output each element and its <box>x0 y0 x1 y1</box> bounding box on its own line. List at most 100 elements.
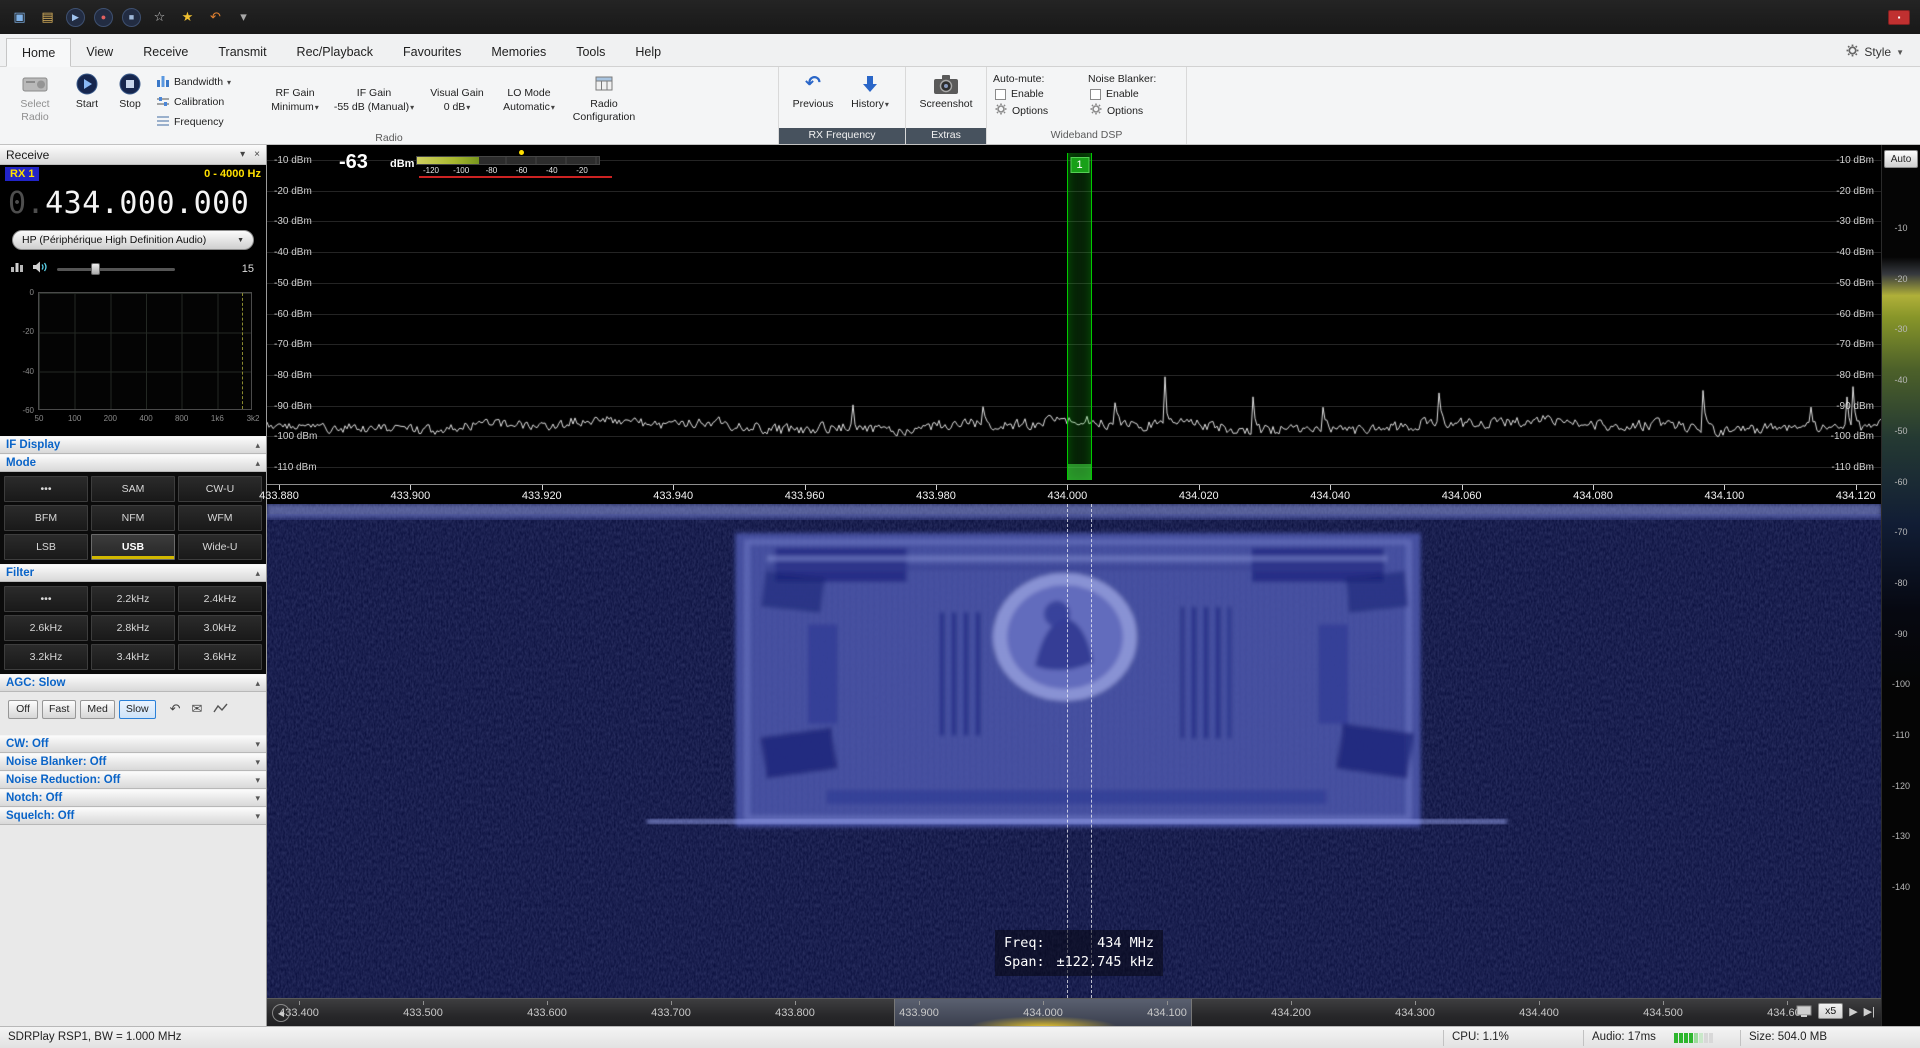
tab-view[interactable]: View <box>71 38 128 66</box>
frequency-button[interactable]: Frequency <box>153 113 261 131</box>
style-menu[interactable]: Style ▼ <box>1846 38 1914 66</box>
bandwidth-button[interactable]: Bandwidth ▾ <box>153 73 261 91</box>
auto-mute-options-button[interactable]: Options <box>993 103 1085 118</box>
filter-button-2-6khz[interactable]: 2.6kHz <box>4 615 88 641</box>
tab-help[interactable]: Help <box>620 38 676 66</box>
frequency-axis[interactable]: 433.880433.900433.920433.940433.960433.9… <box>267 484 1881 504</box>
noise-blanker-enable-checkbox[interactable]: Enable <box>1088 88 1180 100</box>
visual-gain-button[interactable]: Visual Gain 0 dB▾ <box>422 69 492 131</box>
start-button[interactable]: Start <box>67 69 107 131</box>
app-icon[interactable]: ▣ <box>10 8 29 27</box>
agc-button-med[interactable]: Med <box>80 700 114 719</box>
mode-button-lsb[interactable]: LSB <box>4 534 88 560</box>
tab-tools[interactable]: Tools <box>561 38 620 66</box>
mode-button-wide-u[interactable]: Wide-U <box>178 534 262 560</box>
speaker-icon[interactable] <box>32 260 49 279</box>
envelope-icon[interactable]: ✉ <box>192 701 203 717</box>
display-settings-icon[interactable] <box>1796 1005 1812 1018</box>
more-icon[interactable]: ▾ <box>234 8 253 27</box>
previous-button[interactable]: ↶ Previous <box>785 69 841 128</box>
filter-button--[interactable]: ••• <box>4 586 88 612</box>
filter-button-2-2khz[interactable]: 2.2kHz <box>91 586 175 612</box>
record-icon[interactable]: ● <box>94 8 113 27</box>
mode-button-wfm[interactable]: WFM <box>178 505 262 531</box>
spectrum-display[interactable]: 1 -63 dBm -120-100-80-60-40-20 -10 dBm-1… <box>267 145 1881 484</box>
filter-button-3-0khz[interactable]: 3.0kHz <box>178 615 262 641</box>
section-squelch[interactable]: Squelch: Off▾ <box>0 807 266 825</box>
rf-gain-button[interactable]: RF Gain Minimum▾ <box>264 69 326 131</box>
section-noise-reduction[interactable]: Noise Reduction: Off▾ <box>0 771 266 789</box>
chevron-down-icon[interactable]: ▾ <box>255 811 260 822</box>
chevron-down-icon[interactable]: ▾ <box>255 793 260 804</box>
frequency-navigation-bar[interactable]: ◀ x5 ▶ ▶| 433.400433.500433.600433.70043… <box>267 998 1881 1026</box>
agc-button-fast[interactable]: Fast <box>42 700 76 719</box>
undo-icon[interactable]: ↶ <box>206 8 225 27</box>
auto-mute-enable-checkbox[interactable]: Enable <box>993 88 1085 100</box>
radio-configuration-button[interactable]: Radio Configuration <box>566 69 642 131</box>
agc-header[interactable]: AGC: Slow ▴ <box>0 674 266 692</box>
gear-icon <box>1090 103 1102 118</box>
mode-button-nfm[interactable]: NFM <box>91 505 175 531</box>
noise-blanker-options-button[interactable]: Options <box>1088 103 1180 118</box>
filter-header[interactable]: Filter ▴ <box>0 564 266 582</box>
tab-rec-playback[interactable]: Rec/Playback <box>282 38 388 66</box>
tab-transmit[interactable]: Transmit <box>203 38 281 66</box>
chevron-down-icon[interactable]: ▾ <box>255 775 260 786</box>
equalizer-icon[interactable] <box>10 260 24 278</box>
agc-button-off[interactable]: Off <box>8 700 38 719</box>
mode-button--[interactable]: ••• <box>4 476 88 502</box>
agc-graph-icon[interactable] <box>213 702 228 717</box>
volume-slider[interactable] <box>57 262 175 276</box>
auto-scale-button[interactable]: Auto <box>1884 150 1918 168</box>
section-cw[interactable]: CW: Off▾ <box>0 735 266 753</box>
audio-device-select[interactable]: HP (Périphérique High Definition Audio) … <box>12 230 254 250</box>
calibration-button[interactable]: Calibration <box>153 93 261 111</box>
screenshot-button[interactable]: Screenshot <box>913 69 979 128</box>
favourite-star-icon[interactable]: ★ <box>178 8 197 27</box>
filter-button-3-6khz[interactable]: 3.6kHz <box>178 644 262 670</box>
open-folder-icon[interactable]: ▤ <box>38 8 57 27</box>
filter-button-2-4khz[interactable]: 2.4kHz <box>178 586 262 612</box>
panel-close-icon[interactable]: × <box>254 149 260 160</box>
lo-mode-button[interactable]: LO Mode Automatic▾ <box>495 69 563 131</box>
zoom-button[interactable]: x5 <box>1818 1003 1843 1019</box>
tab-favourites[interactable]: Favourites <box>388 38 476 66</box>
app-badge-icon[interactable]: ▪ <box>1888 10 1910 25</box>
panel-collapse-icon[interactable]: ▾ <box>240 149 245 160</box>
frequency-display[interactable]: 0. 434.000.000 <box>0 183 266 223</box>
select-radio-button[interactable]: Select Radio <box>6 69 64 131</box>
filter-button-3-4khz[interactable]: 3.4kHz <box>91 644 175 670</box>
mode-button-usb[interactable]: USB <box>91 534 175 560</box>
mode-button-bfm[interactable]: BFM <box>4 505 88 531</box>
filter-button-2-8khz[interactable]: 2.8kHz <box>91 615 175 641</box>
mode-button-cw-u[interactable]: CW-U <box>178 476 262 502</box>
agc-button-slow[interactable]: Slow <box>119 700 156 719</box>
filter-button-3-2khz[interactable]: 3.2kHz <box>4 644 88 670</box>
tab-receive[interactable]: Receive <box>128 38 203 66</box>
chevron-down-icon[interactable]: ▾ <box>255 739 260 750</box>
skip-end-icon[interactable]: ▶| <box>1864 1005 1875 1018</box>
if-gain-button[interactable]: IF Gain -55 dB (Manual)▾ <box>329 69 419 131</box>
volume-slider-thumb[interactable] <box>91 263 100 275</box>
if-display-header[interactable]: IF Display ▴ <box>0 436 266 454</box>
mode-button-sam[interactable]: SAM <box>91 476 175 502</box>
favourites-icon[interactable]: ☆ <box>150 8 169 27</box>
history-button[interactable]: History▾ <box>844 69 896 128</box>
stop-button[interactable]: Stop <box>110 69 150 131</box>
tab-memories[interactable]: Memories <box>476 38 561 66</box>
stop-icon[interactable]: ■ <box>122 8 141 27</box>
waterfall-display[interactable]: Freq: 434 MHz Span: ±122.745 kHz <box>267 504 1881 998</box>
chevron-down-icon[interactable]: ▾ <box>255 757 260 768</box>
undo-icon[interactable]: ↶ <box>170 701 181 717</box>
section-notch[interactable]: Notch: Off▾ <box>0 789 266 807</box>
tab-home[interactable]: Home <box>6 38 71 67</box>
mode-header[interactable]: Mode ▴ <box>0 454 266 472</box>
rx-badge[interactable]: RX 1 <box>5 167 39 181</box>
scroll-left-button[interactable]: ◀ <box>272 1004 290 1022</box>
receive-panel-header[interactable]: Receive ▾ × <box>0 145 266 165</box>
play-forward-icon[interactable]: ▶ <box>1849 1005 1857 1018</box>
tuning-indicator[interactable]: 1 <box>1067 153 1092 480</box>
waterfall-scale[interactable]: Auto -10-20-30-40-50-60-70-80-90-100-110… <box>1881 145 1920 1026</box>
play-icon[interactable]: ▶ <box>66 8 85 27</box>
section-noise-blanker[interactable]: Noise Blanker: Off▾ <box>0 753 266 771</box>
